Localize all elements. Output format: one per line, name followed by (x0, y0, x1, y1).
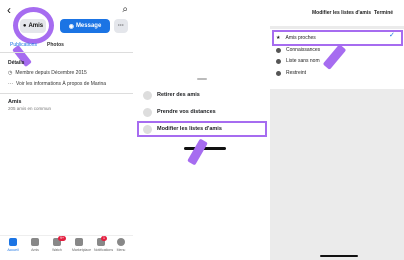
details-heading: Détails (8, 60, 25, 66)
divider (0, 52, 133, 53)
restricted-icon (276, 70, 281, 76)
about-link-row[interactable]: ··· Voir les informations À propos de Ma… (8, 81, 106, 87)
home-indicator (320, 255, 358, 257)
tab-photos[interactable]: Photos (47, 42, 64, 48)
more-icon: ··· (8, 81, 13, 87)
annotation-highlight (272, 30, 403, 46)
search-icon[interactable]: ⌕ (122, 4, 128, 15)
unfriend-option[interactable]: Retirer des amis (143, 89, 263, 101)
member-since-row: ◷ Membre depuis Décembre 2015 (8, 70, 87, 76)
message-button[interactable]: ◉ Message (60, 19, 110, 33)
tab-publications[interactable]: Publications (10, 42, 37, 48)
marketplace-icon (75, 238, 83, 246)
notifications-badge: 1 (101, 236, 107, 241)
watch-badge: 9+ (58, 236, 66, 241)
annotation-highlight (137, 121, 267, 137)
avatar (117, 238, 125, 246)
divider (0, 93, 133, 94)
nav-friends[interactable]: Amis (28, 238, 42, 252)
annotation-circle (13, 7, 54, 44)
profile-panel: ‹ ⌕ ● Amis ◉ Message ··· Publications Ph… (0, 0, 133, 260)
clock-icon: ◷ (8, 70, 13, 76)
page-title: Modifier les listes d'amis (312, 10, 371, 16)
home-icon (9, 238, 17, 246)
friends-icon (31, 238, 39, 246)
nav-home[interactable]: Accueil (6, 238, 20, 252)
acquaintances-icon (276, 47, 281, 53)
list-item-unnamed[interactable]: Liste sans nom (276, 56, 320, 66)
friends-count: 205 amis en commun (8, 106, 52, 111)
list-item-restricted[interactable]: Restreint (276, 68, 306, 78)
list-icon (276, 58, 281, 64)
list-item-acquaintances[interactable]: Connaissances (276, 45, 320, 55)
nav-marketplace[interactable]: Marketplace (72, 238, 91, 252)
friends-heading: Amis (8, 99, 22, 105)
unfriend-icon (143, 90, 152, 100)
sheet-grabber[interactable] (197, 78, 207, 80)
more-button[interactable]: ··· (114, 19, 128, 33)
back-icon[interactable]: ‹ (7, 3, 11, 17)
done-button[interactable]: Terminé (374, 10, 393, 16)
take-distance-option[interactable]: Prendre vos distances (143, 106, 263, 118)
messenger-icon: ◉ (68, 23, 74, 30)
nav-menu[interactable]: Menu (114, 238, 128, 252)
distance-icon (143, 107, 152, 117)
